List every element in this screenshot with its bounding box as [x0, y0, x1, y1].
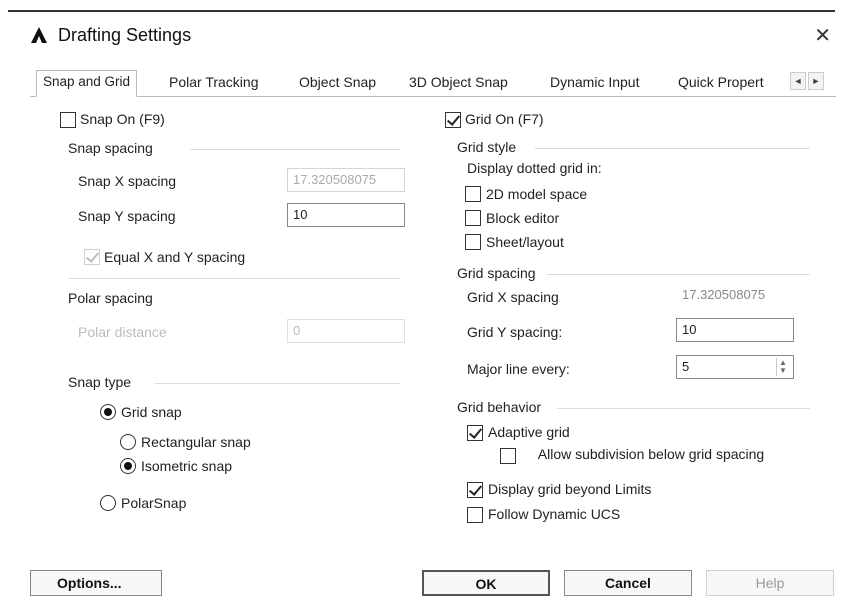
- major-line-every-stepper[interactable]: 5 ▲ ▼: [676, 355, 794, 379]
- snap-on-label: Snap On (F9): [80, 111, 165, 127]
- sheet-layout-label: Sheet/layout: [486, 234, 564, 250]
- major-line-every-label: Major line every:: [467, 361, 570, 377]
- major-line-every-value: 5: [682, 359, 690, 374]
- tab-scroll-left-icon[interactable]: ◄: [790, 72, 806, 90]
- follow-dynamic-ucs-checkbox[interactable]: [467, 507, 483, 523]
- follow-dynamic-ucs-label: Follow Dynamic UCS: [488, 506, 621, 522]
- autocad-a-icon: [31, 27, 47, 43]
- equal-xy-spacing-label: Equal X and Y spacing: [104, 249, 246, 265]
- polarsnap-radio[interactable]: [100, 495, 116, 511]
- grid-behavior-group-title: Grid behavior: [457, 399, 542, 415]
- group-divider: [557, 408, 810, 409]
- ok-button[interactable]: OK: [422, 570, 550, 596]
- snap-and-grid-panel: Snap On (F9) Snap spacing Snap X spacing…: [30, 97, 836, 549]
- tab-polar-tracking[interactable]: Polar Tracking: [169, 74, 258, 90]
- grid-y-spacing-label: Grid Y spacing:: [467, 324, 563, 340]
- group-divider: [68, 278, 400, 279]
- snap-type-group-title: Snap type: [68, 374, 132, 390]
- rectangular-snap-label: Rectangular snap: [141, 434, 251, 450]
- snap-spacing-group-title: Snap spacing: [68, 140, 153, 156]
- adaptive-grid-checkbox[interactable]: [467, 425, 483, 441]
- polar-spacing-group-title: Polar spacing: [68, 290, 153, 306]
- tab-dynamic-input[interactable]: Dynamic Input: [550, 74, 639, 90]
- block-editor-checkbox[interactable]: [465, 210, 481, 226]
- snap-y-spacing-input[interactable]: 10: [287, 203, 405, 227]
- grid-spacing-group-title: Grid spacing: [457, 265, 536, 281]
- button-bar: Options... OK Cancel Help: [30, 556, 835, 604]
- polar-distance-input[interactable]: 0: [287, 319, 405, 343]
- grid-style-group-title: Grid style: [457, 139, 517, 155]
- isometric-snap-label: Isometric snap: [141, 458, 233, 474]
- grid-x-spacing-label: Grid X spacing: [467, 289, 559, 305]
- group-divider: [535, 148, 810, 149]
- tab-bar: Snap and Grid Polar Tracking Object Snap…: [30, 70, 836, 97]
- tab-3d-object-snap[interactable]: 3D Object Snap: [409, 74, 508, 90]
- window-title: Drafting Settings: [58, 25, 192, 45]
- equal-xy-spacing-checkbox[interactable]: [84, 249, 100, 265]
- grid-y-spacing-input[interactable]: 10: [676, 318, 794, 342]
- block-editor-label: Block editor: [486, 210, 560, 226]
- snap-on-checkbox[interactable]: [60, 112, 76, 128]
- sheet-layout-checkbox[interactable]: [465, 234, 481, 250]
- cancel-button[interactable]: Cancel: [564, 570, 692, 596]
- model-space-checkbox[interactable]: [465, 186, 481, 202]
- model-space-label: 2D model space: [486, 186, 588, 202]
- tab-object-snap[interactable]: Object Snap: [299, 74, 376, 90]
- display-dotted-grid-label: Display dotted grid in:: [467, 160, 602, 176]
- group-divider: [155, 383, 400, 384]
- tab-scroll-right-icon[interactable]: ►: [808, 72, 824, 90]
- options-button[interactable]: Options...: [30, 570, 162, 596]
- help-button[interactable]: Help: [706, 570, 834, 596]
- tab-quick-properties[interactable]: Quick Propert: [678, 74, 764, 90]
- grid-snap-label: Grid snap: [121, 404, 182, 420]
- close-icon[interactable]: ✕: [814, 23, 831, 48]
- grid-on-label: Grid On (F7): [465, 111, 544, 127]
- window-top-border: [8, 10, 835, 12]
- group-divider: [547, 274, 810, 275]
- stepper-arrows-icon[interactable]: ▲ ▼: [776, 358, 791, 376]
- tab-snap-and-grid[interactable]: Snap and Grid: [36, 70, 138, 97]
- grid-on-checkbox[interactable]: [445, 112, 461, 128]
- display-beyond-limits-label: Display grid beyond Limits: [488, 481, 652, 497]
- group-divider: [190, 149, 400, 150]
- snap-y-spacing-label: Snap Y spacing: [78, 208, 176, 224]
- polar-distance-label: Polar distance: [78, 324, 167, 340]
- display-beyond-limits-checkbox[interactable]: [467, 482, 483, 498]
- grid-snap-radio[interactable]: [100, 404, 116, 420]
- snap-x-spacing-input[interactable]: 17.320508075: [287, 168, 405, 192]
- adaptive-grid-label: Adaptive grid: [488, 424, 570, 440]
- polarsnap-label: PolarSnap: [121, 495, 187, 511]
- allow-subdivision-label: Allow subdivision below grid spacing: [537, 446, 765, 462]
- allow-subdivision-checkbox[interactable]: [500, 448, 516, 464]
- snap-x-spacing-label: Snap X spacing: [78, 173, 177, 189]
- grid-x-spacing-input[interactable]: 17.320508075: [676, 283, 794, 307]
- isometric-snap-radio[interactable]: [120, 458, 136, 474]
- rectangular-snap-radio[interactable]: [120, 434, 136, 450]
